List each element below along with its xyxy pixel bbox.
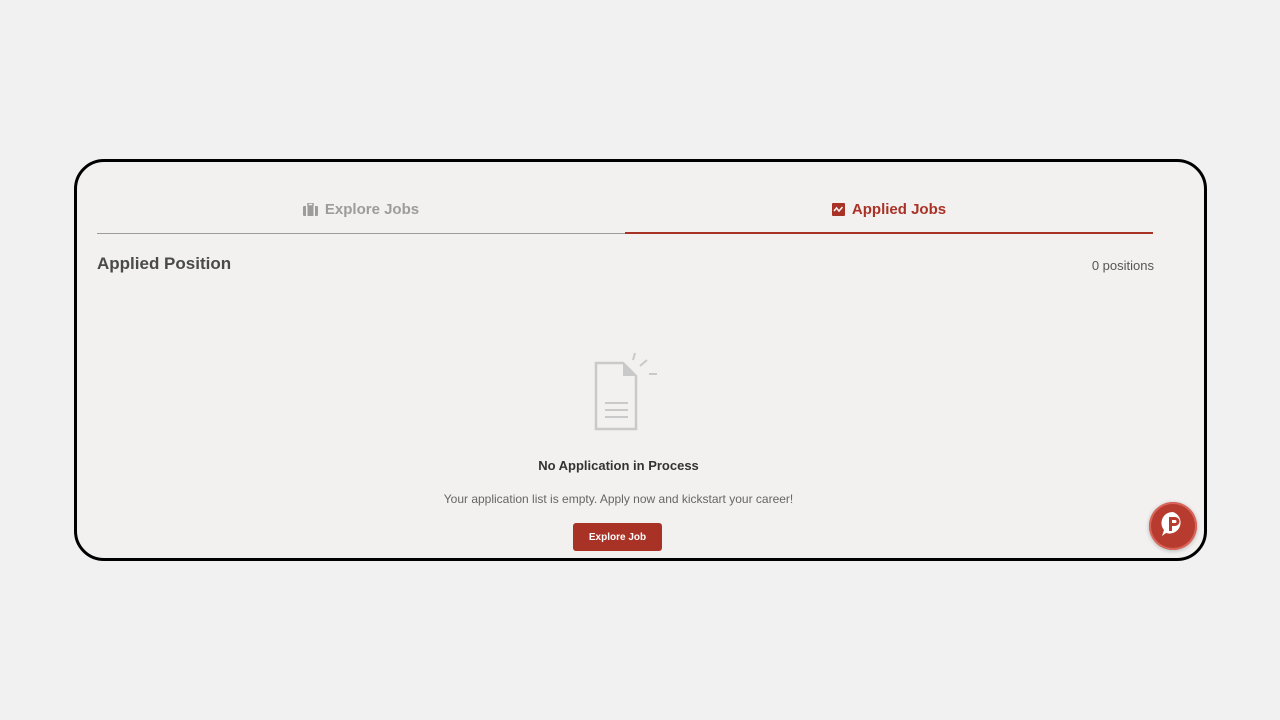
- tab-explore-jobs[interactable]: Explore Jobs: [97, 186, 625, 234]
- explore-job-button[interactable]: Explore Job: [573, 523, 662, 551]
- tab-applied-jobs-label: Applied Jobs: [851, 200, 947, 218]
- document-icon: [591, 351, 661, 438]
- tab-explore-jobs-label: Explore Jobs: [324, 201, 420, 218]
- app-frame: Explore Jobs Applied Jobs Applied Positi…: [74, 159, 1207, 561]
- activity-chart-icon: [831, 202, 845, 216]
- empty-state-title: No Application in Process: [538, 458, 699, 473]
- tab-applied-jobs[interactable]: Applied Jobs: [625, 186, 1153, 234]
- empty-state-description: Your application list is empty. Apply no…: [443, 492, 794, 506]
- briefcase-icon: [302, 203, 318, 216]
- chat-widget-button[interactable]: [1149, 502, 1197, 550]
- section-title: Applied Position: [97, 254, 232, 273]
- position-count: 0 positions: [1091, 258, 1154, 273]
- tab-bar: Explore Jobs Applied Jobs: [97, 186, 1153, 234]
- chat-bubble-p-icon: [1159, 510, 1187, 543]
